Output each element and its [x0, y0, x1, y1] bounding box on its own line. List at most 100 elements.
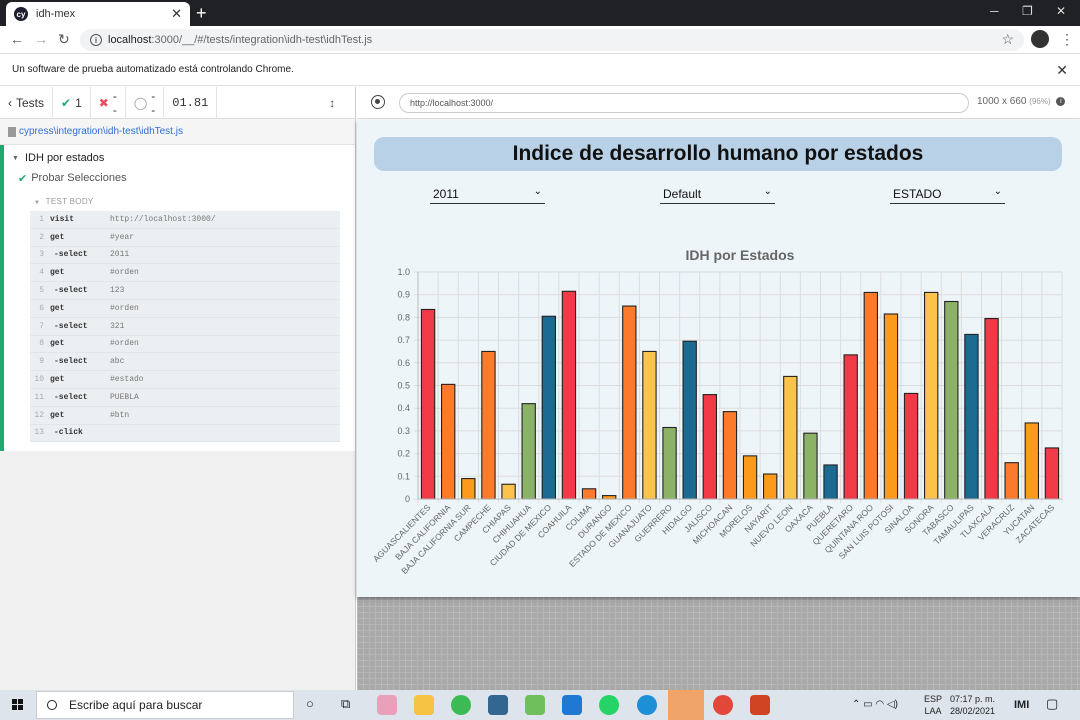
taskbar-search[interactable]: Escribe aquí para buscar [36, 691, 294, 719]
duration: 01.81 [164, 86, 218, 119]
state-select[interactable]: ESTADO ⌄ [890, 186, 1005, 204]
command-n: 7 [39, 321, 44, 331]
window-close-icon[interactable]: ✕ [1056, 4, 1066, 18]
cypress-taskbar-icon[interactable] [668, 690, 704, 720]
command-arg: 123 [110, 286, 125, 296]
infobar-close-icon[interactable]: ✕ [1056, 62, 1068, 79]
order-select[interactable]: Default ⌄ [660, 186, 775, 204]
postgres-icon[interactable] [488, 695, 508, 715]
command-name: -select [54, 321, 88, 331]
bar [863, 291, 879, 500]
bar [883, 313, 899, 500]
command-row[interactable]: 10 get #estado [30, 371, 340, 389]
command-arg: http://localhost:3000/ [110, 214, 216, 224]
aut-url[interactable]: http://localhost:3000/ [399, 93, 969, 113]
bar [1044, 447, 1060, 500]
suite-title[interactable]: ▼ IDH por estados [4, 145, 355, 165]
bar [642, 350, 657, 500]
command-n: 13 [34, 428, 44, 438]
year-select[interactable]: 2011 ⌄ [430, 186, 545, 204]
bar [783, 375, 798, 500]
test-body-header[interactable]: ▼ TEST BODY [4, 187, 355, 211]
taskbar-clock[interactable]: 07:17 p. m. 28/02/2021 [950, 693, 995, 717]
new-tab-icon[interactable]: + [196, 3, 207, 23]
command-row[interactable]: 6 get #orden [30, 300, 340, 318]
command-row[interactable]: 7 -select 321 [30, 318, 340, 336]
x-icon: ✖ [98, 95, 109, 110]
command-arg: #orden [110, 268, 139, 278]
idh-bar-chart: IDH por Estados 0 0.1 0.2 0.3 0.4 0.5 0.6 0.7 0.8… [371, 247, 1063, 576]
bar [1024, 422, 1040, 500]
test-title[interactable]: ✔ Probar Selecciones [4, 165, 355, 187]
profile-icon[interactable] [1031, 30, 1049, 48]
tests-button[interactable]: ‹ Tests [0, 86, 54, 119]
file-icon [8, 126, 16, 137]
restore-icon[interactable]: ❐ [1022, 4, 1033, 18]
command-n: 4 [39, 268, 44, 278]
edge-icon[interactable] [637, 695, 657, 715]
command-row[interactable]: 2 get #year [30, 229, 340, 247]
bar [501, 483, 516, 500]
command-row[interactable]: 3 -select 2011 [30, 247, 340, 265]
search-placeholder: Escribe aquí para buscar [69, 698, 203, 712]
cortana-icon[interactable]: ○ [306, 696, 314, 711]
git-icon[interactable] [525, 695, 545, 715]
minimize-icon[interactable]: ─ [990, 4, 999, 18]
autoscroll-icon[interactable]: ↕ [329, 96, 335, 110]
bar [461, 478, 476, 500]
windows-taskbar: Escribe aquí para buscar ○ ⧉ ⌃ ▭ ◠ ◁) ES… [0, 690, 1080, 720]
command-row[interactable]: 8 get #orden [30, 336, 340, 354]
task-view-icon[interactable]: ⧉ [341, 696, 350, 712]
command-n: 6 [39, 303, 44, 313]
tab-close-icon[interactable]: ✕ [171, 6, 182, 22]
command-row[interactable]: 5 -select 123 [30, 282, 340, 300]
cypress-reporter: ‹ Tests ✔ 1 ✖ -- ◯ -- 01.81 ↕ ↻ cypress\… [0, 86, 369, 690]
whatsapp-icon[interactable] [599, 695, 619, 715]
powerpoint-icon[interactable] [750, 695, 770, 715]
bar [823, 464, 838, 500]
passed-count: ✔ 1 [53, 86, 91, 119]
info-icon: i [1056, 97, 1066, 106]
file-explorer-icon[interactable] [414, 695, 434, 715]
omnibox[interactable]: i localhost :3000/__/#/tests/integration… [80, 29, 1024, 51]
app-tray-icon[interactable]: IMI [1014, 699, 1029, 711]
bar [682, 340, 697, 500]
command-arg: 321 [110, 321, 125, 331]
command-name: get [50, 268, 65, 278]
bookmark-star-icon[interactable]: ☆ [1001, 31, 1014, 48]
command-row[interactable]: 4 get #orden [30, 264, 340, 283]
test-body-label: TEST BODY [45, 197, 94, 206]
command-row[interactable]: 12 get #btn [30, 407, 340, 425]
chrome-icon[interactable] [451, 695, 471, 715]
command-row[interactable]: 1 visit http://localhost:3000/ [30, 211, 340, 229]
spec-path[interactable]: cypress\integration\idh-test\idhTest.js [0, 119, 355, 145]
vscode-icon[interactable] [562, 695, 582, 715]
paint-app-icon[interactable] [377, 695, 397, 715]
bar [1004, 462, 1019, 500]
windows-start-icon[interactable] [12, 699, 24, 711]
bar [541, 315, 557, 500]
command-row[interactable]: 13 -click [30, 425, 340, 443]
back-icon[interactable]: ← [10, 31, 24, 47]
reload-icon[interactable]: ↻ [58, 31, 70, 48]
command-n: 2 [39, 232, 44, 242]
chevron-down-icon: ⌄ [993, 186, 1002, 197]
selector-playground-icon[interactable] [371, 95, 385, 109]
tray-icons[interactable]: ⌃ ▭ ◠ ◁) [852, 699, 898, 710]
forward-icon[interactable]: → [34, 31, 48, 47]
notifications-icon[interactable]: ▢ [1046, 696, 1058, 712]
automation-message: Un software de prueba automatizado está … [12, 64, 294, 75]
chrome-icon[interactable] [713, 695, 733, 715]
command-arg: #year [110, 232, 135, 242]
viewport-info[interactable]: 1000 x 660 (96%) i [977, 96, 1066, 107]
spec-path-text: cypress\integration\idh-test\idhTest.js [19, 126, 183, 137]
app-frame: Indice de desarrollo humano por estados … [357, 120, 1080, 597]
browser-tab[interactable]: cy idh-mex ✕ [6, 2, 190, 26]
language-indicator[interactable]: ESP LAA [924, 693, 942, 717]
command-name: get [50, 375, 65, 385]
command-row[interactable]: 9 -select abc [30, 353, 340, 372]
menu-dots-icon[interactable]: ⋮ [1060, 31, 1074, 48]
site-info-icon[interactable]: i [90, 34, 102, 46]
lang-top: ESP [924, 694, 943, 704]
command-row[interactable]: 11 -select PUEBLA [30, 389, 340, 407]
